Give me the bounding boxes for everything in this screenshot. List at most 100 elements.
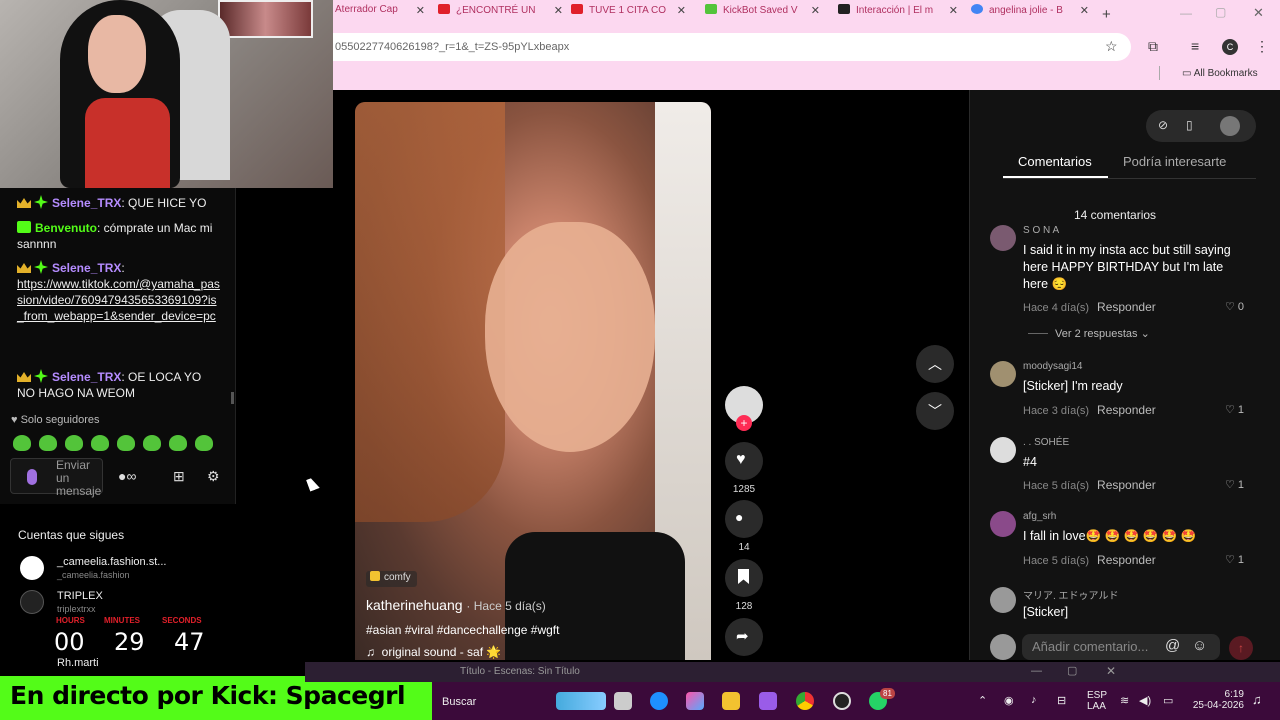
comment-like[interactable]: ♡ 1 (1225, 403, 1244, 416)
tray-device-icon[interactable]: ⊟ (1057, 694, 1066, 707)
device-icon[interactable]: ▯ (1186, 118, 1193, 132)
extensions-icon[interactable]: ⧉ (1148, 38, 1158, 55)
chat-username[interactable]: Benvenuto (35, 221, 97, 235)
avatar[interactable] (990, 361, 1016, 387)
add-comment-input[interactable]: Añadir comentario... @ ☺ (1022, 634, 1220, 660)
comment-like[interactable]: ♡ 1 (1225, 478, 1244, 491)
avatar[interactable] (990, 511, 1016, 537)
battery-icon[interactable]: ▭ (1163, 694, 1173, 707)
microphone-icon[interactable] (27, 469, 37, 485)
gift-icon[interactable]: ⊞ (173, 468, 185, 485)
new-tab-icon[interactable]: + (1102, 6, 1111, 23)
browser-tab[interactable]: angelina jolie - B ✕ (971, 4, 1089, 26)
comment-user[interactable]: afg_srh (1023, 511, 1056, 522)
menu-icon[interactable]: ⋮ (1255, 38, 1269, 55)
next-video-button[interactable]: ﹀ (916, 392, 954, 430)
comment-user[interactable]: moodysagi14 (1023, 361, 1082, 372)
tab-comments[interactable]: Comentarios (1018, 154, 1092, 169)
store-icon[interactable] (759, 692, 777, 710)
profile-avatar[interactable]: C (1222, 39, 1238, 55)
browser-tab[interactable]: Interacción | El m ✕ (838, 4, 958, 26)
close-icon[interactable]: ✕ (416, 4, 425, 17)
reply-button[interactable]: Responder (1097, 403, 1156, 417)
browser-tab[interactable]: KickBot Saved V ✕ (705, 4, 820, 26)
emoji-icon[interactable]: ☺ (1192, 637, 1207, 654)
address-bar[interactable]: 0550227740626198?_r=1&_t=ZS-95pYLxbeapx … (333, 33, 1131, 61)
search-highlight-icon[interactable] (556, 692, 606, 710)
tray-chevron-icon[interactable]: ⌃ (978, 694, 987, 707)
obs-icon[interactable] (833, 692, 851, 710)
chat-link[interactable]: https://www.tiktok.com/@yamaha_passion/v… (17, 277, 220, 323)
maximize-icon[interactable]: ▢ (1215, 5, 1226, 19)
previous-video-button[interactable]: ︿ (916, 345, 954, 383)
taskbar-search[interactable]: Buscar (442, 696, 476, 708)
users-icon[interactable]: ●∞ (118, 468, 136, 484)
copilot-icon[interactable] (686, 692, 704, 710)
microphone-icon[interactable]: ♪ (1031, 694, 1037, 706)
like-button[interactable]: ♥ (725, 442, 763, 480)
emote-icon[interactable] (91, 435, 109, 451)
edge-icon[interactable] (650, 692, 668, 710)
comment-like[interactable]: ♡ 0 (1225, 300, 1244, 313)
comment-user[interactable]: . . SOHÉE (1023, 437, 1069, 448)
user-avatar[interactable] (1220, 116, 1240, 136)
chat-scrollbar[interactable] (231, 392, 234, 404)
chat-username[interactable]: Selene_TRX (52, 196, 121, 210)
share-button[interactable]: ➦ (725, 618, 763, 656)
video-author[interactable]: katherinehuang · Hace 5 día(s) (366, 597, 546, 613)
reply-button[interactable]: Responder (1097, 300, 1156, 314)
close-icon[interactable]: ✕ (1106, 664, 1116, 678)
emote-icon[interactable] (65, 435, 83, 451)
chat-input[interactable]: Enviar un mensaje (10, 458, 103, 498)
post-comment-button[interactable]: ↑ (1229, 636, 1253, 660)
video-sound[interactable]: ♫ original sound - saf 🌟 (366, 645, 501, 659)
avatar[interactable] (990, 225, 1016, 251)
view-replies-button[interactable]: Ver 2 respuestas ⌄ (1055, 327, 1150, 340)
follow-plus-icon[interactable]: + (736, 415, 752, 431)
chat-username[interactable]: Selene_TRX (52, 261, 121, 275)
autoscroll-icon[interactable]: ⊘ (1158, 118, 1168, 132)
browser-tab[interactable]: Aterrador Cap ✕ (335, 4, 425, 26)
comment-user[interactable]: S O N A (1023, 225, 1059, 236)
star-icon[interactable]: ☆ (1105, 38, 1118, 55)
close-icon[interactable]: ✕ (677, 4, 686, 17)
browser-tab[interactable]: ¿ENCONTRÉ UN ✕ (438, 4, 563, 26)
save-button[interactable] (725, 559, 763, 597)
avatar[interactable] (990, 437, 1016, 463)
avatar[interactable] (990, 587, 1016, 613)
close-icon[interactable]: ✕ (554, 4, 563, 17)
close-icon[interactable]: ✕ (949, 4, 958, 17)
emote-icon[interactable] (13, 435, 31, 451)
maximize-icon[interactable]: ▢ (1067, 664, 1077, 677)
chat-username[interactable]: Selene_TRX (52, 370, 121, 384)
reply-button[interactable]: Responder (1097, 553, 1156, 567)
minimize-icon[interactable]: — (1031, 665, 1042, 677)
comment-user[interactable]: マリア. エドゥアルド (1023, 587, 1118, 602)
emote-icon[interactable] (169, 435, 187, 451)
comment-like[interactable]: ♡ 1 (1225, 553, 1244, 566)
all-bookmarks[interactable]: ▭ All Bookmarks (1182, 68, 1258, 79)
media-icon[interactable]: ≡ (1191, 38, 1199, 54)
close-icon[interactable]: ✕ (1080, 4, 1089, 17)
video-tag[interactable]: comfy (366, 571, 417, 587)
notifications-bell-icon[interactable]: ♫ (1252, 692, 1262, 707)
close-window-icon[interactable]: ✕ (1253, 5, 1264, 21)
emote-icon[interactable] (143, 435, 161, 451)
mention-icon[interactable]: @ (1165, 637, 1180, 654)
comment-button[interactable]: ● (725, 500, 763, 538)
browser-tab[interactable]: TUVE 1 CITA CO ✕ (571, 4, 686, 26)
emote-icon[interactable] (39, 435, 57, 451)
task-view-icon[interactable] (614, 692, 632, 710)
gear-icon[interactable]: ⚙ (207, 468, 220, 485)
file-explorer-icon[interactable] (722, 692, 740, 710)
volume-icon[interactable]: ◀) (1139, 694, 1151, 707)
minimize-icon[interactable]: — (1180, 6, 1192, 20)
clock[interactable]: 6:19 25-04-2026 (1190, 689, 1244, 711)
close-icon[interactable]: ✕ (811, 4, 820, 17)
tab-recommended[interactable]: Podría interesarte (1123, 154, 1226, 169)
chrome-icon[interactable] (796, 692, 814, 710)
emote-icon[interactable] (117, 435, 135, 451)
video-hashtags[interactable]: #asian #viral #dancechallenge #wgft (366, 623, 559, 637)
wifi-icon[interactable]: ≋ (1120, 694, 1129, 707)
emote-icon[interactable] (195, 435, 213, 451)
